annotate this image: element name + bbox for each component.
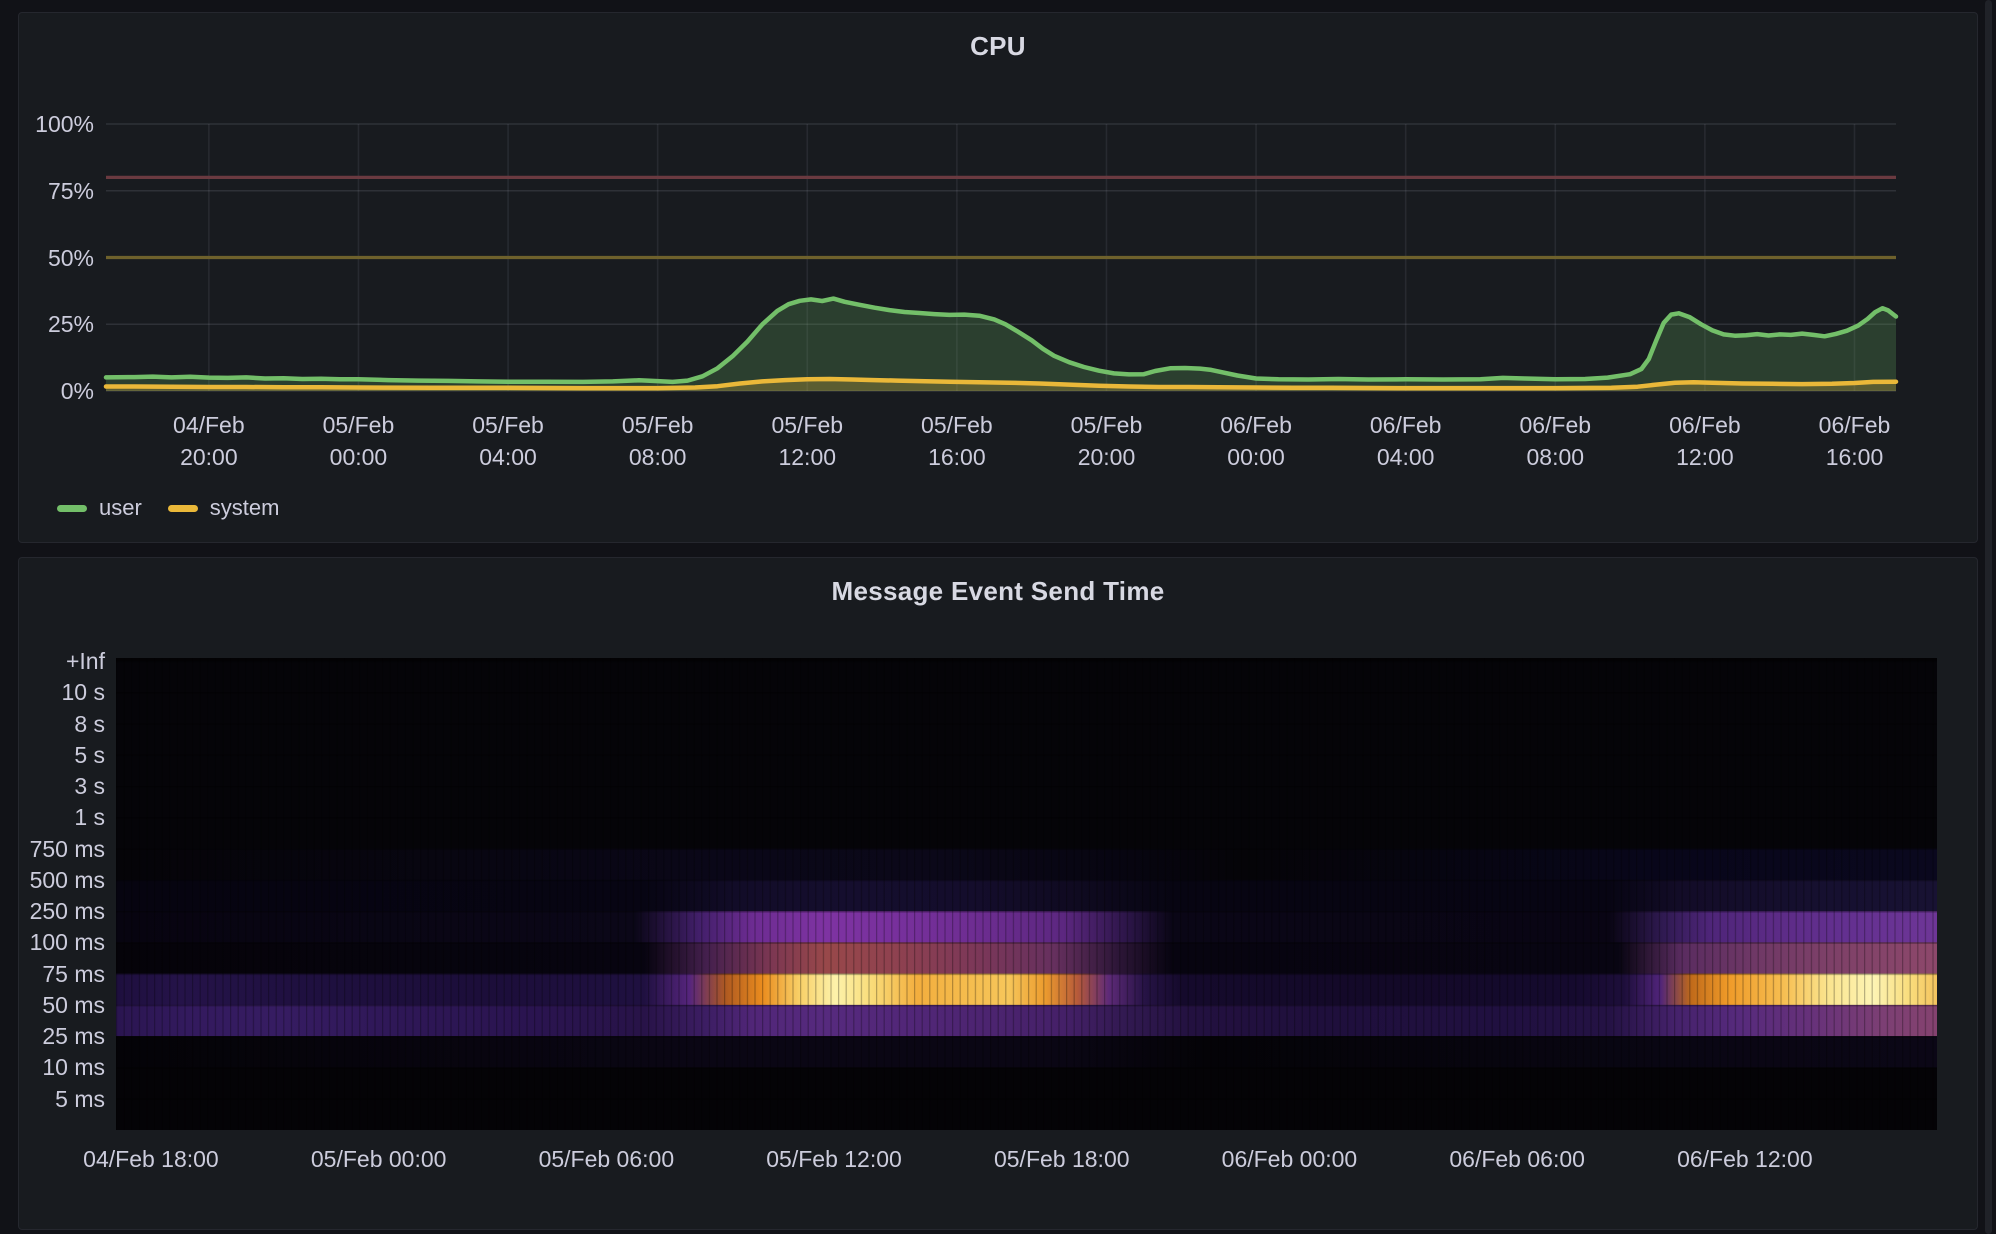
cpu-chart-plot[interactable]: 0%25%50%75%100%04/Feb20:0005/Feb00:0005/…	[19, 13, 1977, 542]
heatmap-x-label: 06/Feb 12:00	[1615, 1146, 1875, 1172]
heatmap-y-label-25ms: 25 ms	[19, 1023, 105, 1049]
x-axis-label: 06/Feb08:00	[1470, 409, 1640, 473]
cpu-panel: CPU 0%25%50%75%100%04/Feb20:0005/Feb00:0…	[18, 12, 1978, 543]
x-axis-label: 05/Feb00:00	[273, 409, 443, 473]
heatmap-y-label-500ms: 500 ms	[19, 867, 105, 893]
y-axis-label-50%: 50%	[19, 245, 94, 271]
x-axis-label: 05/Feb20:00	[1021, 409, 1191, 473]
page-scrollbar[interactable]	[1985, 0, 1992, 1234]
heatmap-plot[interactable]: +Inf 10 s 8 s 5 s 3 s 1 s 750 ms 500 ms 250 ms 10…	[19, 558, 1977, 1229]
heatmap-x-label: 05/Feb 18:00	[932, 1146, 1192, 1172]
x-axis-label: 06/Feb00:00	[1171, 409, 1341, 473]
heatmap-panel: Message Event Send Time +Inf10 s8 s5 s3 …	[18, 557, 1978, 1230]
x-axis-label: 05/Feb16:00	[872, 409, 1042, 473]
heatmap-x-label: 06/Feb 06:00	[1387, 1146, 1647, 1172]
heatmap-y-label-+Inf: +Inf	[19, 648, 105, 674]
y-axis-label-0%: 0%	[19, 378, 94, 404]
legend-item-user[interactable]: user	[57, 495, 142, 521]
heatmap-y-label-250ms: 250 ms	[19, 898, 105, 924]
x-axis-label: 06/Feb12:00	[1620, 409, 1790, 473]
heatmap-y-label-8s: 8 s	[19, 711, 105, 737]
user-series-swatch	[57, 505, 87, 512]
heatmap-x-label: 06/Feb 00:00	[1159, 1146, 1419, 1172]
y-axis-label-25%: 25%	[19, 311, 94, 337]
heatmap-x-label: 05/Feb 06:00	[476, 1146, 736, 1172]
cpu-legend: user system	[57, 495, 279, 521]
heatmap-svg[interactable]	[19, 558, 1977, 1229]
heatmap-y-label-50ms: 50 ms	[19, 992, 105, 1018]
x-axis-label: 05/Feb12:00	[722, 409, 892, 473]
heatmap-y-label-100ms: 100 ms	[19, 929, 105, 955]
heatmap-cell-texture	[116, 658, 1937, 1130]
x-axis-label: 04/Feb20:00	[124, 409, 294, 473]
heatmap-y-label-1s: 1 s	[19, 804, 105, 830]
y-axis-label-100%: 100%	[19, 111, 94, 137]
heatmap-y-label-3s: 3 s	[19, 773, 105, 799]
heatmap-y-label-10ms: 10 ms	[19, 1054, 105, 1080]
heatmap-y-label-5s: 5 s	[19, 742, 105, 768]
x-axis-label: 05/Feb08:00	[573, 409, 743, 473]
heatmap-y-label-5ms: 5 ms	[19, 1086, 105, 1112]
legend-label-user: user	[99, 495, 142, 521]
x-axis-label: 06/Feb04:00	[1321, 409, 1491, 473]
user-series-area	[106, 299, 1896, 391]
y-axis-label-75%: 75%	[19, 178, 94, 204]
legend-item-system[interactable]: system	[168, 495, 280, 521]
x-axis-label: 06/Feb16:00	[1769, 409, 1939, 473]
x-axis-label: 05/Feb04:00	[423, 409, 593, 473]
heatmap-y-label-750ms: 750 ms	[19, 836, 105, 862]
system-series-swatch	[168, 505, 198, 512]
heatmap-x-label: 04/Feb 18:00	[21, 1146, 281, 1172]
heatmap-y-label-75ms: 75 ms	[19, 961, 105, 987]
heatmap-x-label: 05/Feb 00:00	[249, 1146, 509, 1172]
legend-label-system: system	[210, 495, 280, 521]
heatmap-x-label: 05/Feb 12:00	[704, 1146, 964, 1172]
heatmap-y-label-10s: 10 s	[19, 679, 105, 705]
